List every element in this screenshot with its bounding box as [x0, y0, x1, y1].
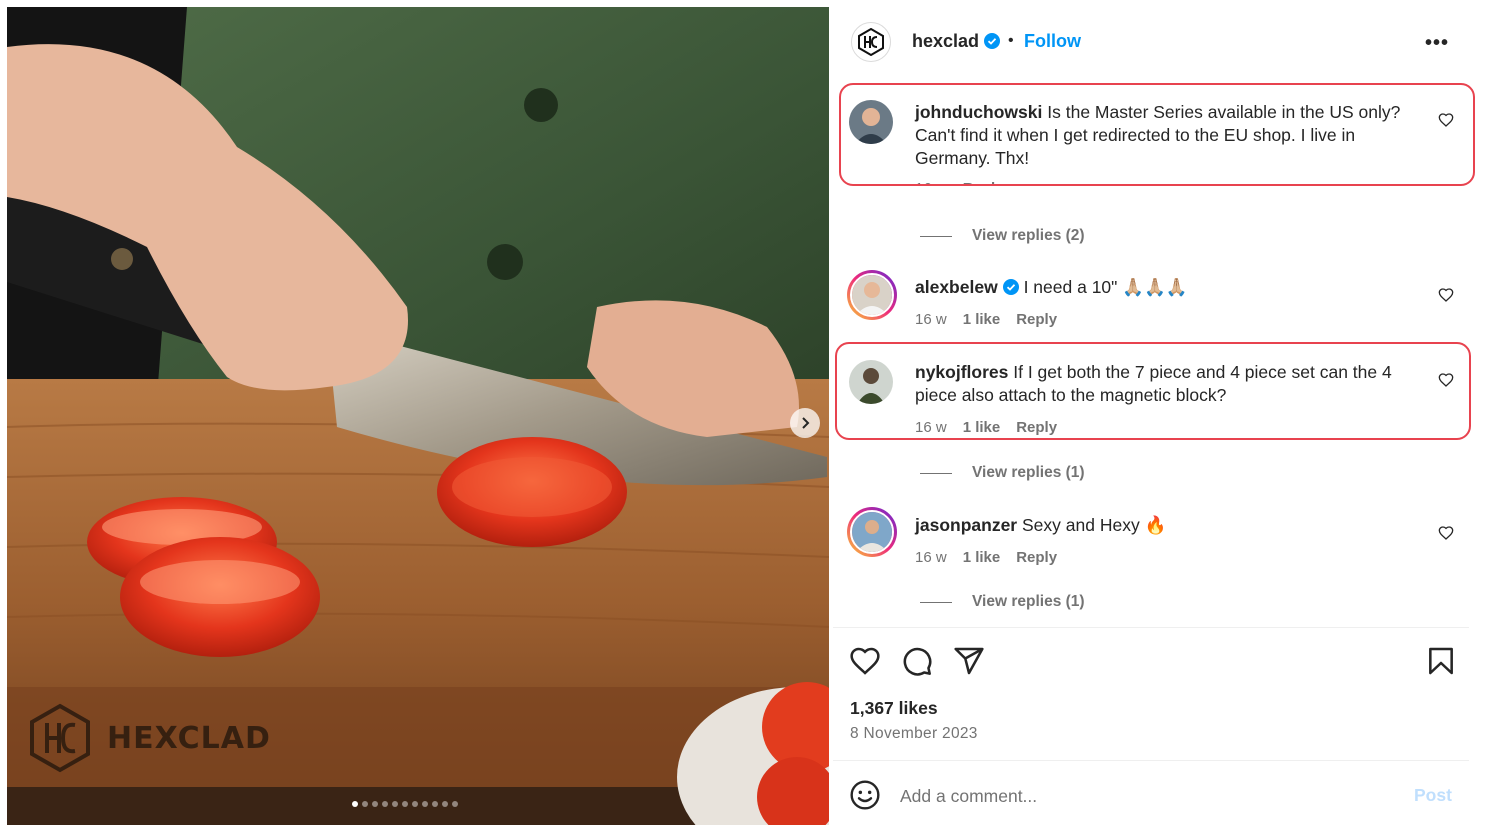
comment-like-count[interactable]: 1 like — [963, 311, 1001, 328]
carousel-dot — [452, 801, 458, 807]
comment-username[interactable]: johnduchowski — [915, 102, 1042, 122]
account-username[interactable]: hexclad — [912, 31, 1001, 52]
likes-count[interactable]: 1,367 likes — [850, 698, 938, 719]
view-replies-button[interactable]: View replies (1) — [920, 464, 1085, 482]
view-replies-label[interactable]: View replies (1) — [972, 593, 1085, 611]
carousel-dot — [432, 801, 438, 807]
replies-divider-line — [920, 235, 952, 237]
more-options-icon[interactable]: ••• — [1425, 32, 1449, 55]
highlight-mask — [833, 186, 1473, 202]
post-header: hexclad • Follow ••• — [833, 14, 1473, 70]
post-action-bar — [849, 645, 1453, 677]
comment-input[interactable] — [900, 782, 1380, 810]
comment-text: nykojflores If I get both the 7 piece an… — [915, 361, 1435, 407]
carousel-dot — [402, 801, 408, 807]
carousel-next-button[interactable] — [790, 408, 820, 438]
reply-button[interactable]: Reply — [1016, 419, 1057, 436]
comment-username[interactable]: nykojflores — [915, 362, 1008, 382]
commenter-avatar[interactable] — [849, 100, 893, 144]
comment-like-count[interactable]: 1 like — [963, 419, 1001, 436]
comment-meta: 16 w 1 like Reply — [915, 549, 1057, 566]
view-replies-button[interactable]: View replies (1) — [920, 593, 1085, 611]
verified-badge-icon — [984, 33, 1001, 49]
comment-username[interactable]: jasonpanzer — [915, 515, 1017, 535]
share-send-icon[interactable] — [953, 645, 985, 677]
reply-button[interactable]: Reply — [1016, 549, 1057, 566]
avatar-photo — [852, 512, 892, 552]
like-comment-heart-icon[interactable] — [1438, 372, 1454, 388]
chevron-right-icon — [802, 417, 810, 429]
add-comment-bar: Post — [833, 762, 1469, 829]
commenter-avatar[interactable] — [847, 507, 897, 557]
comment-body: Sexy and Hexy 🔥 — [1022, 515, 1167, 535]
verified-badge-icon — [1002, 279, 1019, 295]
hexclad-logo-icon — [30, 703, 90, 773]
avatar-photo — [849, 360, 893, 404]
commenter-avatar[interactable] — [847, 270, 897, 320]
carousel-dot — [422, 801, 428, 807]
save-bookmark-icon[interactable] — [1425, 645, 1457, 677]
like-comment-heart-icon[interactable] — [1438, 525, 1454, 541]
comment-text: johnduchowski Is the Master Series avail… — [915, 101, 1435, 170]
carousel-dot — [382, 801, 388, 807]
comment-body: I need a 10" 🙏🏼🙏🏼🙏🏼 — [1023, 277, 1188, 297]
header-separator: • — [1008, 32, 1014, 49]
comment-time: 16 w — [915, 419, 947, 436]
replies-divider-line — [920, 601, 952, 603]
account-username-text[interactable]: hexclad — [912, 31, 979, 51]
post-date[interactable]: 8 November 2023 — [850, 725, 978, 743]
like-comment-heart-icon[interactable] — [1438, 112, 1454, 128]
carousel-dots — [352, 801, 458, 807]
section-divider — [833, 760, 1469, 761]
carousel-dot — [392, 801, 398, 807]
view-replies-button[interactable]: View replies (2) — [920, 227, 1085, 245]
post-comment-button[interactable]: Post — [1414, 785, 1452, 806]
carousel-dot — [372, 801, 378, 807]
like-heart-icon[interactable] — [849, 645, 881, 677]
comment-meta: 16 w 1 like Reply — [915, 311, 1057, 328]
hexclad-brand-mark: HEXCLAD — [25, 703, 271, 773]
section-divider — [833, 627, 1469, 628]
carousel-dot — [412, 801, 418, 807]
comment-time: 16 w — [915, 311, 947, 328]
avatar-photo — [852, 275, 892, 315]
view-replies-label[interactable]: View replies (2) — [972, 227, 1085, 245]
comment-username[interactable]: alexbelew — [915, 277, 1019, 297]
like-comment-heart-icon[interactable] — [1438, 287, 1454, 303]
avatar-photo — [849, 100, 893, 144]
post-side-panel: hexclad • Follow ••• johnduchowski Is th… — [833, 0, 1500, 829]
comment-username-text[interactable]: alexbelew — [915, 277, 998, 297]
carousel-dot — [362, 801, 368, 807]
post-image: HEXCLAD — [7, 7, 829, 825]
carousel-dot — [442, 801, 448, 807]
carousel-dot — [352, 801, 358, 807]
replies-divider-line — [920, 472, 952, 474]
comment-meta: 16 w 1 like Reply — [915, 419, 1057, 436]
comment-like-count[interactable]: 1 like — [963, 549, 1001, 566]
comment-time: 16 w — [915, 549, 947, 566]
brand-text: HEXCLAD — [107, 720, 271, 756]
emoji-smiley-icon[interactable] — [849, 779, 881, 811]
comment-text: jasonpanzer Sexy and Hexy 🔥 — [915, 514, 1435, 537]
view-replies-label[interactable]: View replies (1) — [972, 464, 1085, 482]
follow-button[interactable]: Follow — [1024, 31, 1081, 52]
account-avatar[interactable] — [851, 22, 891, 62]
reply-button[interactable]: Reply — [1016, 311, 1057, 328]
comment-bubble-icon[interactable] — [901, 645, 933, 677]
comment-text: alexbelew I need a 10" 🙏🏼🙏🏼🙏🏼 — [915, 276, 1435, 299]
hexclad-avatar-icon — [858, 28, 884, 56]
commenter-avatar[interactable] — [849, 360, 893, 404]
